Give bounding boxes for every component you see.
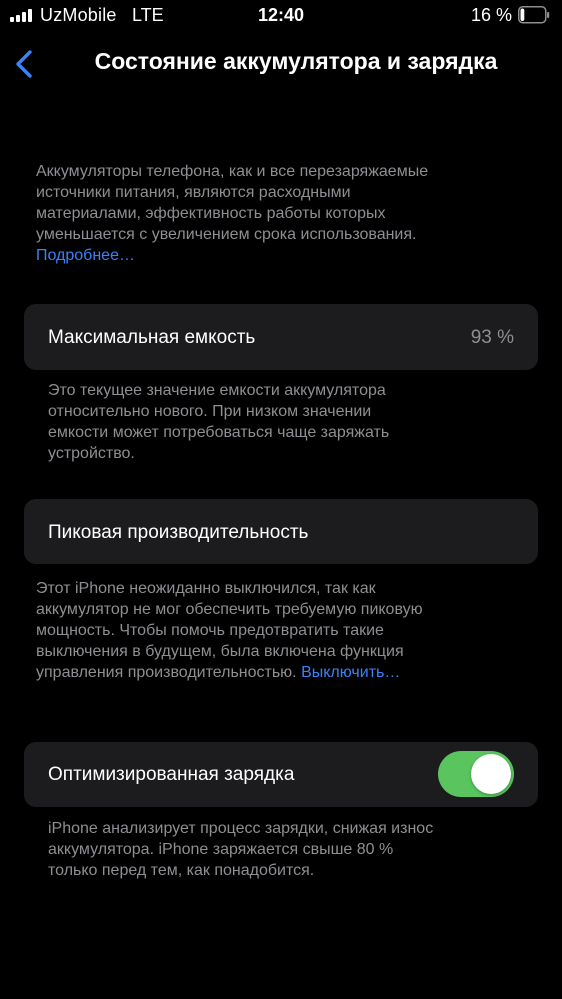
peak-performance-label: Пиковая производительность — [48, 522, 309, 543]
intro-line: уменьшается с увеличением срока использо… — [36, 226, 417, 243]
chevron-left-icon — [16, 50, 32, 78]
peak-performance-row: Пиковая производительность — [24, 499, 538, 564]
intro-description: Аккумуляторы телефона, как и все перезар… — [36, 161, 536, 266]
footer-line: аккумулятора. iPhone заряжается свыше 80… — [48, 841, 394, 858]
intro-line: источники питания, являются расходными — [36, 184, 351, 201]
footer-line: Это текущее значение емкости аккумулятор… — [48, 382, 386, 399]
footer-line: iPhone анализирует процесс зарядки, сниж… — [48, 820, 434, 837]
footer-line: емкости может потребоваться чаще заряжат… — [48, 424, 390, 441]
status-bar: UzMobile LTE 12:40 16 % — [0, 0, 562, 32]
optimized-charging-toggle[interactable] — [438, 751, 514, 797]
navigation-bar: Состояние аккумулятора и зарядка — [0, 36, 562, 92]
max-capacity-footer: Это текущее значение емкости аккумулятор… — [48, 380, 528, 464]
optimized-charging-label: Оптимизированная зарядка — [48, 764, 295, 785]
disable-performance-management-link[interactable]: Выключить… — [301, 664, 400, 681]
max-capacity-value: 93 % — [470, 327, 514, 348]
footer-line: аккумулятор не мог обеспечить требуемую … — [36, 601, 423, 618]
intro-line: материалами, эффективность работы которы… — [36, 205, 386, 222]
intro-line: Аккумуляторы телефона, как и все перезар… — [36, 163, 429, 180]
max-capacity-label: Максимальная емкость — [48, 327, 256, 348]
footer-line: относительно нового. При низком значении — [48, 403, 372, 420]
page-title: Состояние аккумулятора и зарядка — [94, 48, 498, 74]
optimized-charging-row: Оптимизированная зарядка — [24, 742, 538, 807]
learn-more-link[interactable]: Подробнее… — [36, 247, 135, 264]
peak-performance-footer: Этот iPhone неожиданно выключился, так к… — [36, 578, 536, 683]
optimized-charging-footer: iPhone анализирует процесс зарядки, сниж… — [48, 818, 528, 881]
footer-line: мощность. Чтобы помочь предотвратить так… — [36, 622, 384, 639]
toggle-knob — [471, 754, 511, 794]
battery-percentage: 16 % — [470, 5, 512, 25]
back-button[interactable] — [8, 46, 40, 82]
footer-line: только перед тем, как понадобится. — [48, 862, 315, 879]
footer-line: Этот iPhone неожиданно выключился, так к… — [36, 580, 376, 597]
max-capacity-row: Максимальная емкость 93 % — [24, 304, 538, 370]
footer-line: выключения в будущем, была включена функ… — [36, 643, 404, 660]
footer-line: управления производительностью. — [36, 664, 297, 681]
footer-line: устройство. — [48, 445, 135, 462]
battery-icon — [518, 6, 550, 24]
